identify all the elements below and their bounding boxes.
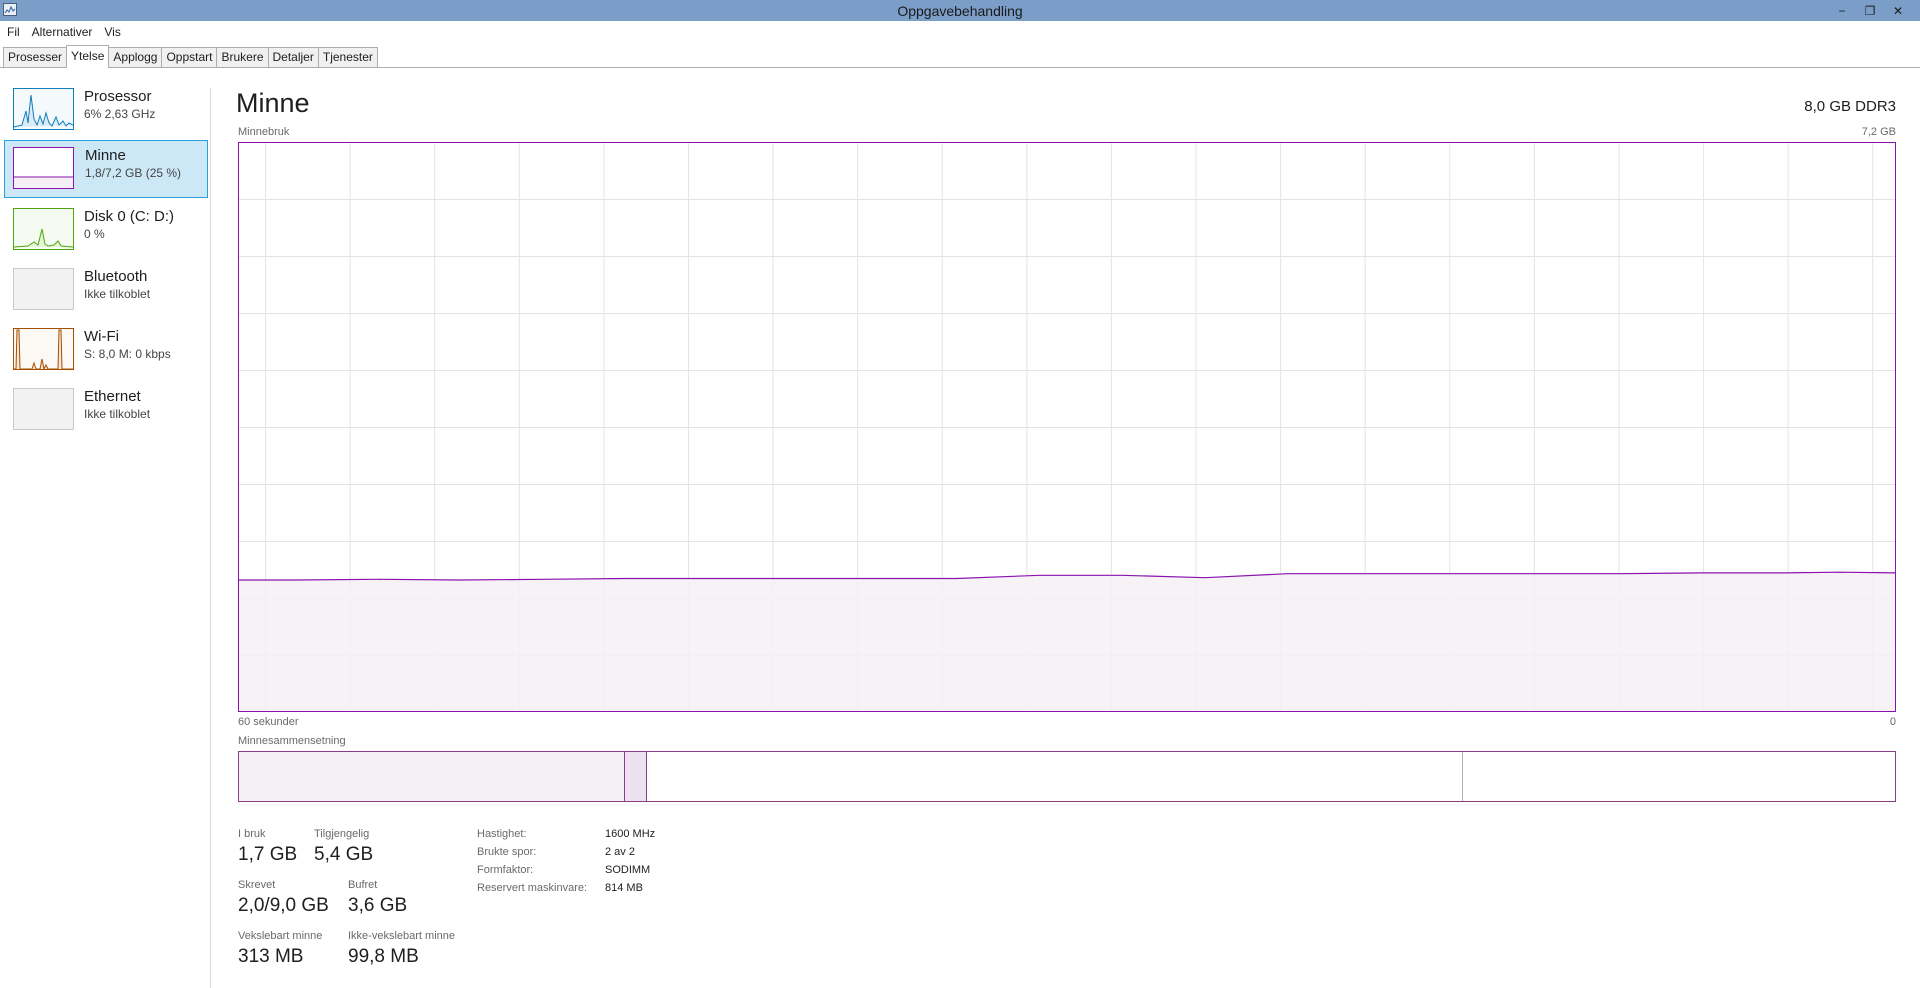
graph-time-left: 60 sekunder bbox=[238, 716, 299, 728]
tab-app-history[interactable]: Applogg bbox=[108, 47, 163, 67]
menu-file[interactable]: Fil bbox=[7, 25, 20, 39]
stat-available: Tilgjengelig 5,4 GB bbox=[314, 828, 373, 866]
sidebar-item-label: Minne bbox=[85, 147, 126, 164]
stat-value: 99,8 MB bbox=[348, 946, 419, 967]
sidebar-item-value: 1,8/7,2 GB (25 %) bbox=[85, 166, 182, 180]
wifi-graph-icon bbox=[13, 328, 74, 370]
stat-nonpaged-pool: Ikke-vekslebart minne 99,8 MB bbox=[348, 930, 455, 968]
property-value: 814 MB bbox=[605, 882, 643, 894]
sidebar-item-processor[interactable]: Prosessor 6% 2,63 GHz bbox=[4, 88, 208, 146]
memory-composition-bar bbox=[238, 751, 1896, 802]
stat-label: Vekslebart minne bbox=[238, 930, 323, 942]
tab-performance[interactable]: Ytelse bbox=[66, 45, 110, 68]
stat-paged-pool: Vekslebart minne 313 MB bbox=[238, 930, 322, 968]
composition-segment-i-bruk bbox=[239, 752, 625, 801]
task-manager-icon bbox=[3, 3, 17, 16]
menu-options[interactable]: Alternativer bbox=[32, 25, 93, 39]
menu-bar: Fil Alternativer Vis bbox=[0, 21, 1920, 42]
sidebar-item-disk[interactable]: Disk 0 (C: D:) 0 % bbox=[4, 208, 208, 266]
disk-graph-icon bbox=[13, 208, 74, 250]
sidebar-item-value: S: 8,0 M: 0 kbps bbox=[84, 347, 171, 361]
property-value: 1600 MHz bbox=[605, 828, 656, 840]
maximize-button[interactable]: ❐ bbox=[1856, 0, 1884, 21]
sidebar-item-wifi[interactable]: Wi-Fi S: 8,0 M: 0 kbps bbox=[4, 328, 208, 386]
tab-users[interactable]: Brukere bbox=[216, 47, 269, 67]
property-key: Brukte spor: bbox=[477, 846, 537, 858]
tab-services[interactable]: Tjenester bbox=[317, 47, 378, 67]
tab-strip: Prosesser Ytelse Applogg Oppstart Bruker… bbox=[0, 44, 1920, 68]
stat-value: 3,6 GB bbox=[348, 895, 408, 916]
stat-cached: Bufret 3,6 GB bbox=[348, 879, 407, 917]
sidebar-item-value: Ikke tilkoblet bbox=[84, 407, 151, 421]
stat-label: Ikke-vekslebart minne bbox=[348, 930, 455, 942]
page-title: Minne bbox=[236, 88, 310, 118]
sidebar-item-bluetooth[interactable]: Bluetooth Ikke tilkoblet bbox=[4, 268, 208, 326]
stat-value: 313 MB bbox=[238, 946, 304, 967]
stat-value: 2,0/9,0 GB bbox=[238, 895, 329, 916]
property-value: SODIMM bbox=[605, 864, 651, 876]
stat-value: 1,7 GB bbox=[238, 844, 298, 865]
composition-segment-ventemodus bbox=[647, 752, 1463, 801]
property-key: Reservert maskinvare: bbox=[477, 882, 588, 894]
graph-time-right: 0 bbox=[1889, 716, 1896, 728]
stat-label: Tilgjengelig bbox=[314, 828, 370, 840]
sidebar-item-label: Prosessor bbox=[84, 88, 152, 105]
property-value: 2 av 2 bbox=[605, 846, 635, 858]
sidebar-item-value: 6% 2,63 GHz bbox=[84, 107, 156, 121]
composition-segment-ledig bbox=[1463, 752, 1895, 801]
composition-label: Minnesammensetning bbox=[238, 735, 346, 747]
memory-detail-panel: Minne 8,0 GB DDR3 Minnebruk 7,2 GB 60 se… bbox=[212, 88, 1920, 988]
tab-processes[interactable]: Prosesser bbox=[3, 47, 68, 67]
sidebar-item-label: Wi-Fi bbox=[84, 328, 119, 345]
stat-in-use: I bruk 1,7 GB bbox=[238, 828, 297, 866]
stat-value: 5,4 GB bbox=[314, 844, 374, 865]
memory-usage-graph bbox=[238, 142, 1896, 712]
stat-label: Skrevet bbox=[238, 879, 276, 891]
sidebar-item-label: Disk 0 (C: D:) bbox=[84, 208, 174, 225]
tab-details[interactable]: Detaljer bbox=[267, 47, 319, 67]
stat-label: I bruk bbox=[238, 828, 266, 840]
memory-graph-icon bbox=[13, 147, 74, 189]
sidebar-item-label: Bluetooth bbox=[84, 268, 148, 285]
sidebar-item-memory[interactable]: Minne 1,8/7,2 GB (25 %) bbox=[4, 140, 208, 198]
close-button[interactable]: ✕ bbox=[1884, 0, 1912, 21]
cpu-graph-icon bbox=[13, 88, 74, 130]
ethernet-graph-icon bbox=[13, 388, 74, 430]
memory-usage-area bbox=[239, 572, 1895, 711]
property-key: Hastighet: bbox=[477, 828, 527, 840]
sidebar-item-label: Ethernet bbox=[84, 388, 141, 405]
minimize-button[interactable]: − bbox=[1828, 0, 1856, 21]
sidebar-item-value: Ikke tilkoblet bbox=[84, 287, 151, 301]
resource-sidebar: Prosessor 6% 2,63 GHz Minne 1,8/7,2 GB (… bbox=[0, 88, 211, 988]
title-bar: Oppgavebehandling − ❐ ✕ bbox=[0, 0, 1920, 21]
memory-spec: 8,0 GB DDR3 bbox=[1804, 98, 1896, 115]
stat-label: Bufret bbox=[348, 879, 378, 891]
composition-segment-endret bbox=[625, 752, 647, 801]
bluetooth-graph-icon bbox=[13, 268, 74, 310]
stat-committed: Skrevet 2,0/9,0 GB bbox=[238, 879, 329, 917]
window-title: Oppgavebehandling bbox=[897, 2, 1023, 19]
property-key: Formfaktor: bbox=[477, 864, 534, 876]
graph-max-label: 7,2 GB bbox=[1861, 126, 1896, 138]
graph-label: Minnebruk bbox=[238, 126, 290, 138]
tab-startup[interactable]: Oppstart bbox=[161, 47, 218, 67]
sidebar-item-value: 0 % bbox=[84, 227, 105, 241]
sidebar-item-ethernet[interactable]: Ethernet Ikke tilkoblet bbox=[4, 388, 208, 446]
menu-view[interactable]: Vis bbox=[104, 25, 120, 39]
